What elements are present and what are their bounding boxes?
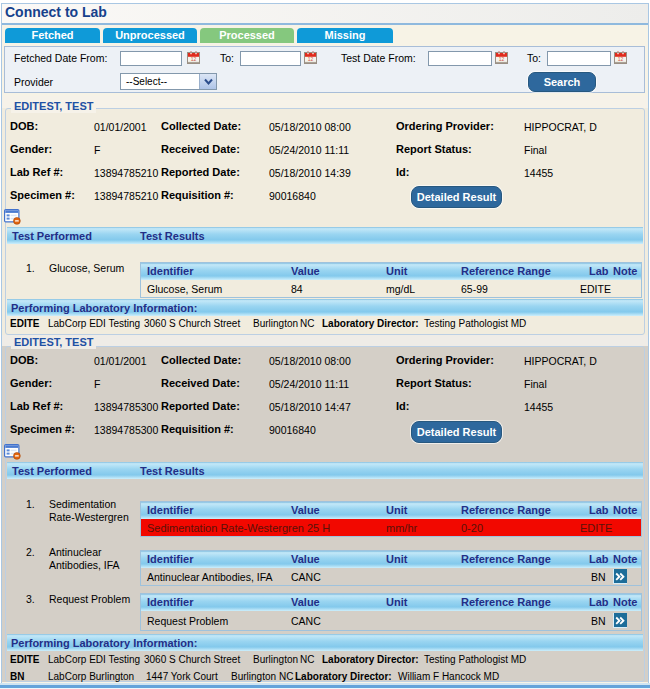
svg-text:12: 12 <box>499 56 505 62</box>
svg-text:12: 12 <box>191 56 197 62</box>
svg-text:12: 12 <box>308 56 314 62</box>
svg-text:12: 12 <box>618 56 624 62</box>
